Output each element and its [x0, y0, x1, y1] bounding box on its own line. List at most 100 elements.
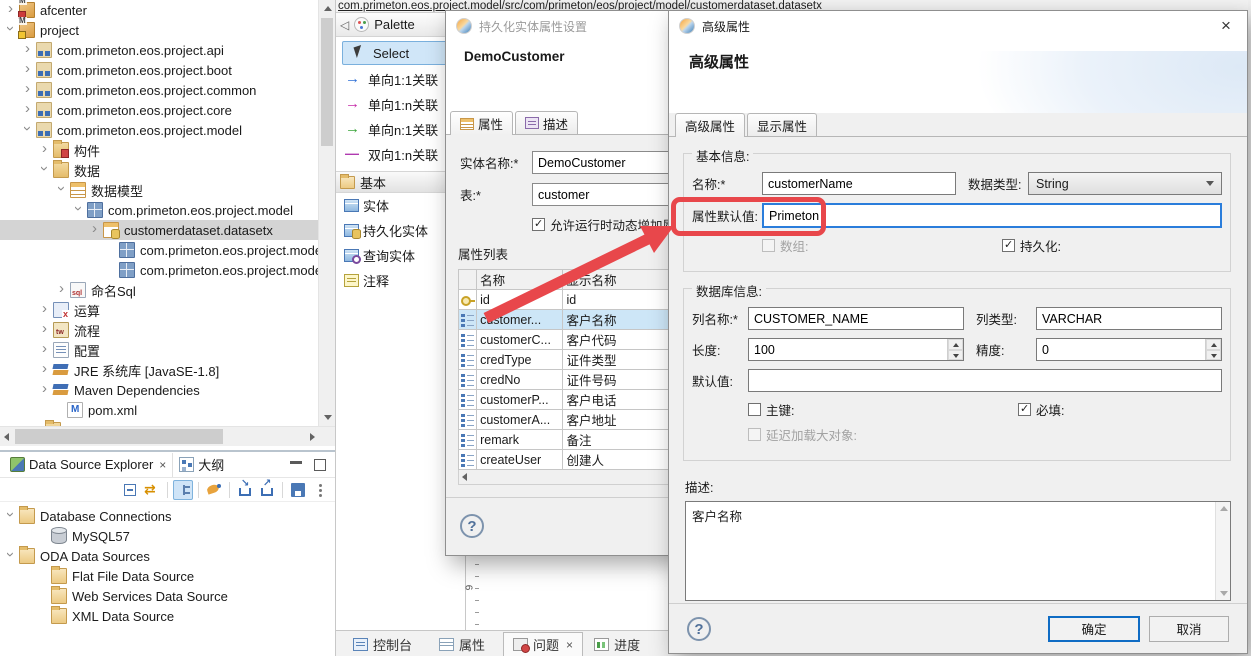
tree-item[interactable]: Maven Dependencies: [0, 380, 318, 400]
chevron-icon[interactable]: [4, 548, 19, 564]
tree-item[interactable]: 构件: [0, 140, 318, 160]
bottom-tab[interactable]: 进度: [585, 632, 656, 656]
chevron-icon[interactable]: [21, 62, 36, 78]
property-table-row[interactable]: credType 证件类型: [459, 350, 670, 370]
property-table-row[interactable]: credNo 证件号码: [459, 370, 670, 390]
scroll-left-icon[interactable]: [4, 433, 9, 441]
chevron-icon[interactable]: [21, 102, 36, 118]
spin-down-icon[interactable]: [1206, 350, 1221, 361]
tree-item[interactable]: project: [0, 20, 318, 40]
primary-key-checkbox[interactable]: [748, 403, 761, 416]
chevron-icon[interactable]: [21, 42, 36, 58]
project-tree-vertical-scrollbar[interactable]: [318, 0, 335, 426]
scroll-down-icon[interactable]: [324, 415, 332, 420]
tree-item[interactable]: com.primeton.eos.project.model: [0, 200, 318, 220]
close-icon[interactable]: ×: [1215, 16, 1237, 36]
tree-item[interactable]: 流程: [0, 320, 318, 340]
chevron-icon[interactable]: [4, 2, 19, 18]
chevron-icon[interactable]: [21, 122, 36, 138]
tree-item[interactable]: com.primeton.eos.project.model: [0, 120, 318, 140]
tree-item[interactable]: afcenter: [0, 0, 318, 20]
palette-tool[interactable]: Select: [342, 41, 459, 65]
property-table-row[interactable]: id id: [459, 290, 670, 310]
property-table-row[interactable]: createUser 创建人: [459, 450, 670, 470]
bottom-tab[interactable]: 控制台: [344, 632, 428, 656]
close-icon[interactable]: ×: [159, 458, 166, 472]
precision-stepper[interactable]: [1036, 338, 1222, 361]
tree-item[interactable]: JRE 系统库 [JavaSE-1.8]: [0, 360, 318, 380]
scroll-up-icon[interactable]: [1220, 506, 1228, 511]
datatype-select[interactable]: String: [1028, 172, 1222, 195]
chevron-icon[interactable]: [72, 202, 87, 218]
chevron-icon[interactable]: [104, 262, 119, 278]
spin-up-icon[interactable]: [1206, 339, 1221, 350]
chevron-icon[interactable]: [4, 22, 19, 38]
tab-display-properties[interactable]: 显示属性: [747, 113, 817, 136]
help-button[interactable]: ?: [687, 617, 711, 641]
tree-item[interactable]: customerdataset.datasetx: [0, 220, 318, 240]
precision-field[interactable]: [1036, 338, 1222, 361]
bottom-tab[interactable]: 问题 ×: [503, 632, 583, 656]
persistent-checkbox[interactable]: [1002, 239, 1015, 252]
chevron-icon[interactable]: [38, 302, 53, 318]
column-name-field[interactable]: [748, 307, 964, 330]
property-table-scrollbar[interactable]: [458, 470, 670, 485]
property-table-row[interactable]: customerA... 客户地址: [459, 410, 670, 430]
spin-down-icon[interactable]: [948, 350, 963, 361]
dynamic-add-checkbox[interactable]: [532, 218, 545, 231]
scroll-right-icon[interactable]: [310, 433, 315, 441]
chevron-icon[interactable]: [88, 222, 103, 238]
tree-item[interactable]: XML Data Source: [0, 606, 335, 626]
chevron-icon[interactable]: [36, 568, 51, 584]
property-table-row[interactable]: customerC... 客户代码: [459, 330, 670, 350]
chevron-icon[interactable]: [38, 342, 53, 358]
tab-description[interactable]: 描述: [515, 111, 578, 134]
chevron-icon[interactable]: [55, 182, 70, 198]
chevron-icon[interactable]: [52, 402, 67, 418]
property-table-row[interactable]: customer... 客户名称: [459, 310, 670, 330]
db-default-field[interactable]: [748, 369, 1222, 392]
tree-item[interactable]: com.primeton.eos.project.common: [0, 80, 318, 100]
tree-item[interactable]: MySQL57: [0, 526, 335, 546]
tree-item[interactable]: Flat File Data Source: [0, 566, 335, 586]
tree-item[interactable]: ODA Data Sources: [0, 546, 335, 566]
tree-item[interactable]: 命名Sql: [0, 280, 318, 300]
scroll-down-icon[interactable]: [1220, 591, 1228, 596]
scroll-up-icon[interactable]: [324, 6, 332, 11]
tree-item[interactable]: 数据模型: [0, 180, 318, 200]
export-icon[interactable]: [257, 480, 277, 500]
tree-item[interactable]: 运算: [0, 300, 318, 320]
dialog-titlebar[interactable]: 持久化实体属性设置: [446, 11, 679, 41]
tree-item[interactable]: com.primeton.eos.project.model.inde: [0, 260, 318, 280]
spin-up-icon[interactable]: [948, 339, 963, 350]
tab-advanced-properties[interactable]: 高级属性: [675, 113, 745, 137]
cancel-button[interactable]: 取消: [1149, 616, 1229, 642]
scrollbar-thumb[interactable]: [321, 18, 333, 146]
scrollbar-thumb[interactable]: [15, 429, 223, 444]
dialog-titlebar[interactable]: 高级属性 ×: [669, 11, 1247, 41]
property-table-row[interactable]: remark 备注: [459, 430, 670, 450]
collapse-all-icon[interactable]: [120, 480, 140, 500]
import-icon[interactable]: [235, 480, 255, 500]
tree-item[interactable]: com.primeton.eos.project.boot: [0, 60, 318, 80]
connect-icon[interactable]: [204, 480, 224, 500]
tree-item[interactable]: com.primeton.eos.project.core: [0, 100, 318, 120]
description-textarea[interactable]: 客户名称: [685, 501, 1231, 601]
length-field[interactable]: [748, 338, 964, 361]
property-table-row[interactable]: customerP... 客户电话: [459, 390, 670, 410]
length-stepper[interactable]: [748, 338, 964, 361]
chevron-icon[interactable]: [38, 322, 53, 338]
ok-button[interactable]: 确定: [1048, 616, 1140, 642]
collapse-palette-icon[interactable]: ◁: [340, 18, 349, 32]
default-value-field[interactable]: [762, 203, 1222, 228]
chevron-icon[interactable]: [38, 162, 53, 178]
tree-mode-icon[interactable]: [173, 480, 193, 500]
tree-item[interactable]: com.primeton.eos.project.api: [0, 40, 318, 60]
scroll-left-icon[interactable]: [462, 473, 467, 481]
chevron-icon[interactable]: [38, 382, 53, 398]
save-icon[interactable]: [288, 480, 308, 500]
chevron-icon[interactable]: [38, 362, 53, 378]
textarea-scrollbar[interactable]: [1215, 502, 1230, 600]
project-tree-horizontal-scrollbar[interactable]: [0, 426, 335, 446]
chevron-icon[interactable]: [36, 608, 51, 624]
